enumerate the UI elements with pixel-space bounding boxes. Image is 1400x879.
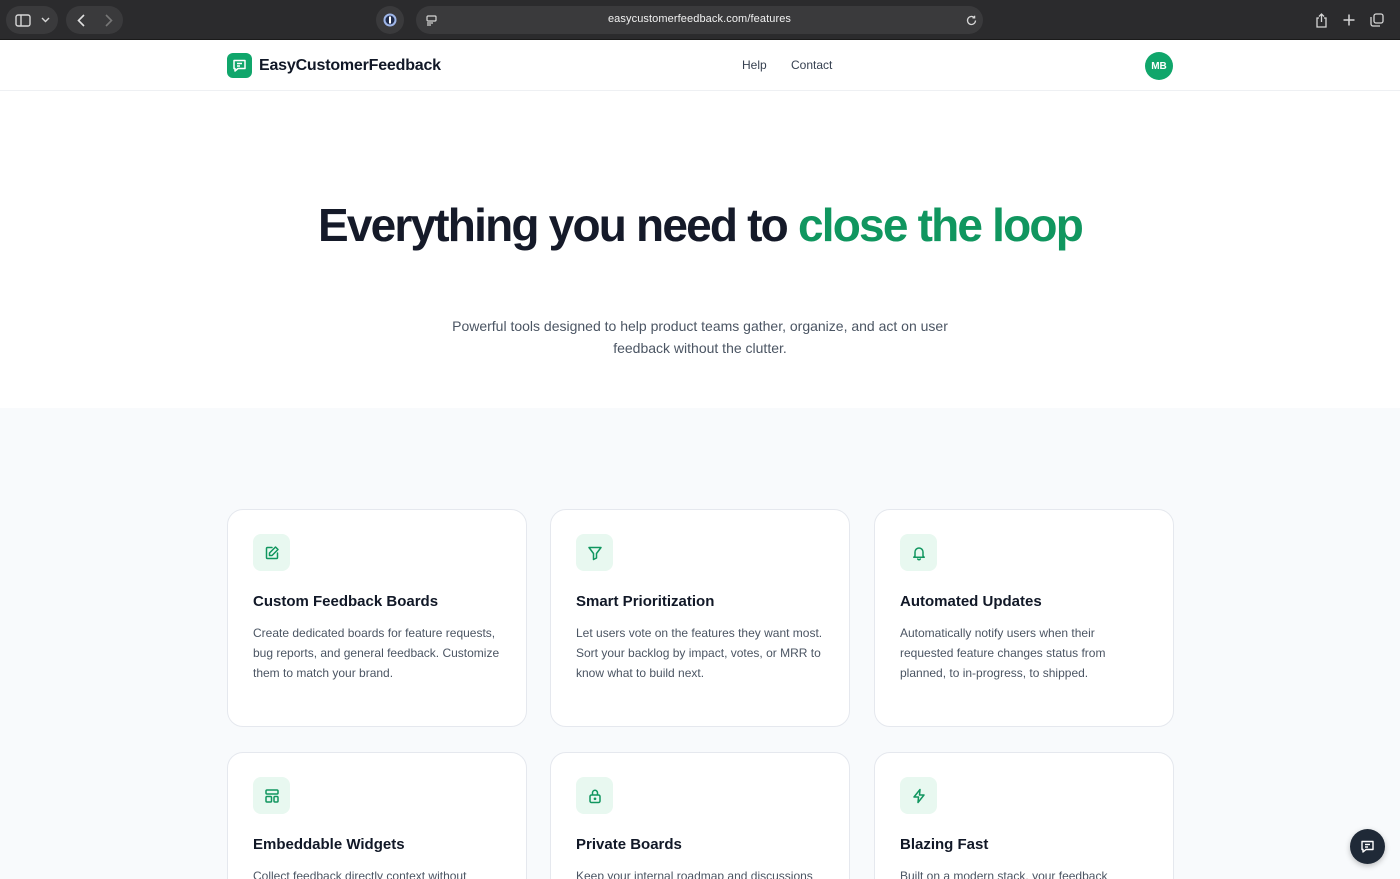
brand-name: EasyCustomerFeedback	[259, 56, 441, 74]
share-icon[interactable]	[1312, 7, 1330, 33]
feature-card-feedback-boards: Custom Feedback Boards Create dedicated …	[227, 509, 527, 727]
site-header: EasyCustomerFeedback Help Contact MB	[0, 40, 1400, 91]
lock-icon	[576, 777, 613, 814]
feature-description: Built on a modern stack, your feedback	[900, 869, 1108, 879]
page-title: Everything you need to close the loop	[300, 201, 1100, 249]
brand-logo[interactable]: EasyCustomerFeedback	[227, 53, 441, 78]
nav-help-link[interactable]: Help	[742, 58, 767, 72]
feedback-chat-button[interactable]	[1350, 829, 1385, 864]
feature-description: Create dedicated boards for feature requ…	[253, 626, 500, 680]
hero-section: Everything you need to close the loop Po…	[0, 91, 1400, 408]
feature-title: Blazing Fast	[900, 836, 989, 853]
feature-title: Automated Updates	[900, 593, 1042, 610]
feature-title: Embeddable Widgets	[253, 836, 405, 853]
feature-description: Collect feedback directly context withou…	[253, 869, 467, 879]
chevron-down-icon[interactable]	[38, 7, 52, 33]
new-tab-icon[interactable]	[1340, 7, 1358, 33]
layout-icon	[253, 777, 290, 814]
password-manager-icon[interactable]	[381, 7, 399, 33]
feature-card-private-boards: Private Boards Keep your internal roadma…	[550, 752, 850, 879]
feature-title: Private Boards	[576, 836, 682, 853]
bell-icon	[900, 534, 937, 571]
feature-card-automated-updates: Automated Updates Automatically notify u…	[874, 509, 1174, 727]
back-icon[interactable]	[72, 7, 90, 33]
forward-icon[interactable]	[100, 7, 118, 33]
user-avatar[interactable]: MB	[1145, 52, 1173, 80]
nav-contact-link[interactable]: Contact	[791, 58, 832, 72]
feature-description: Let users vote on the features they want…	[576, 626, 823, 680]
tab-overview-icon[interactable]	[1368, 7, 1386, 33]
hero-subtitle: Powerful tools designed to help product …	[452, 318, 948, 356]
page-title-accent: close the loop	[797, 199, 1084, 251]
features-section: Custom Feedback Boards Create dedicated …	[0, 408, 1400, 879]
lightning-icon	[900, 777, 937, 814]
feature-card-embeddable-widgets: Embeddable Widgets Collect feedback dire…	[227, 752, 527, 879]
browser-toolbar: easycustomerfeedback.com/features	[0, 0, 1400, 40]
sidebar-icon[interactable]	[12, 7, 34, 33]
feature-title: Smart Prioritization	[576, 593, 715, 610]
feature-title: Custom Feedback Boards	[253, 593, 439, 610]
feature-card-prioritization: Smart Prioritization Let users vote on t…	[550, 509, 850, 727]
feature-description: Automatically notify users when their re…	[900, 626, 1106, 680]
page-title-main: Everything you need to	[317, 199, 798, 251]
reload-icon[interactable]	[964, 7, 978, 33]
chat-logo-icon	[227, 53, 252, 78]
feature-card-blazing-fast: Blazing Fast Built on a modern stack, yo…	[874, 752, 1174, 879]
chat-icon	[1361, 840, 1374, 853]
feature-description: Keep your internal roadmap and discussio…	[576, 869, 813, 879]
address-bar[interactable]: easycustomerfeedback.com/features	[416, 6, 983, 34]
url-text: easycustomerfeedback.com/features	[607, 13, 792, 25]
filter-icon	[576, 534, 613, 571]
edit-icon	[253, 534, 290, 571]
